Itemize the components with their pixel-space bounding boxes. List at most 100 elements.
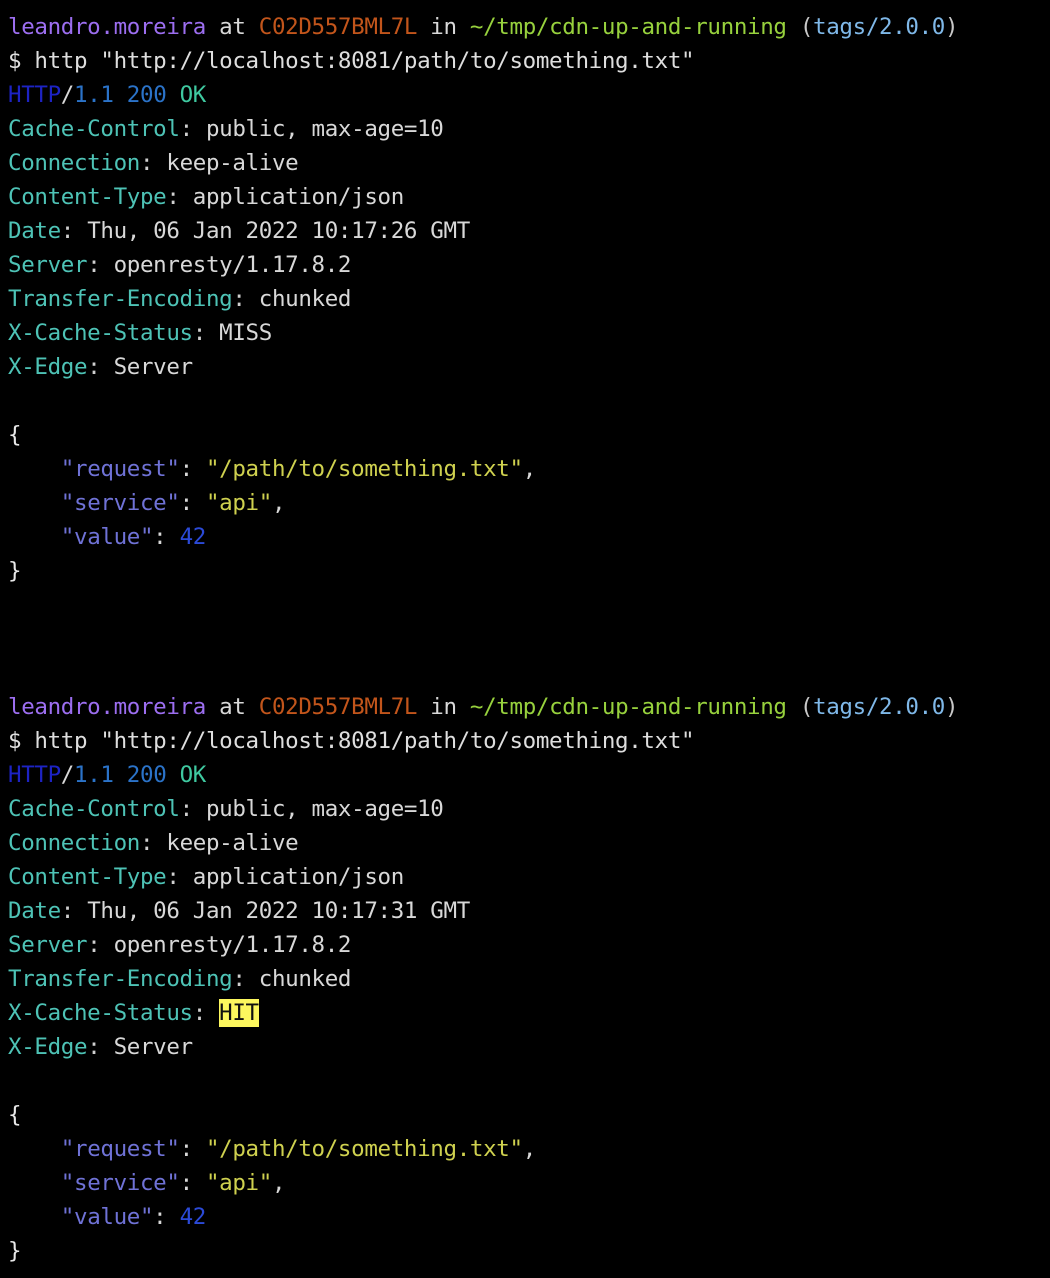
http-header-line: X-Cache-Status: HIT [8, 996, 1050, 1030]
http-header-value: keep-alive [166, 150, 299, 176]
json-number-value: 42 [179, 524, 207, 550]
http-protocol: HTTP [8, 82, 61, 108]
http-header-value: chunked [258, 966, 352, 992]
json-key: "service" [60, 490, 180, 516]
json-colon: : [179, 1136, 206, 1162]
http-header-name: X-Cache-Status [8, 1000, 193, 1026]
http-header-name: Transfer-Encoding [8, 286, 233, 312]
http-header-line: Cache-Control: public, max-age=10 [8, 792, 1050, 826]
json-key: "value" [60, 1204, 154, 1230]
json-string-value: "/path/to/something.txt" [205, 456, 523, 482]
json-comma: , [271, 1170, 286, 1196]
command-text: http "http://localhost:8081/path/to/some… [34, 48, 695, 74]
http-header-separator: : [166, 864, 193, 890]
json-key: "request" [60, 456, 180, 482]
http-header-line: X-Cache-Status: MISS [8, 316, 1050, 350]
http-header-line: Server: openresty/1.17.8.2 [8, 928, 1050, 962]
prompt-in-label: in [417, 14, 470, 40]
http-header-name: Connection [8, 150, 140, 176]
prompt-line: leandro.moreira at C02D557BML7L in ~/tmp… [8, 690, 1050, 724]
prompt-paren-open: ( [799, 14, 814, 40]
http-header-name: Server [8, 932, 88, 958]
http-header-line: Transfer-Encoding: chunked [8, 962, 1050, 996]
http-header-value: Thu, 06 Jan 2022 10:17:26 GMT [87, 218, 470, 244]
http-header-line: Date: Thu, 06 Jan 2022 10:17:31 GMT [8, 894, 1050, 928]
json-close-brace-line: } [8, 1234, 1050, 1268]
http-header-name: Date [8, 218, 61, 244]
http-status-reason: OK [166, 762, 207, 788]
http-header-name: X-Edge [8, 354, 88, 380]
http-header-separator: : [166, 184, 193, 210]
json-open-brace-line: { [8, 418, 1050, 452]
http-header-separator: : [232, 966, 259, 992]
http-header-value: application/json [192, 864, 404, 890]
http-status-line: HTTP/1.1 200 OK [8, 78, 1050, 112]
command-line[interactable]: $ http "http://localhost:8081/path/to/so… [8, 724, 1050, 758]
terminal-window[interactable]: leandro.moreira at C02D557BML7L in ~/tmp… [0, 0, 1050, 1278]
http-status-code: 200 [126, 762, 167, 788]
prompt-paren-close: ) [945, 14, 959, 40]
http-status-spacer [114, 82, 127, 108]
http-header-name: Cache-Control [8, 116, 180, 142]
http-header-name: Server [8, 252, 88, 278]
http-header-value: public, max-age=10 [205, 796, 444, 822]
json-key: "value" [60, 524, 154, 550]
http-header-name: Date [8, 898, 61, 924]
json-key: "request" [60, 1136, 180, 1162]
http-header-line: X-Edge: Server [8, 350, 1050, 384]
http-status-line: HTTP/1.1 200 OK [8, 758, 1050, 792]
json-close-brace-line: } [8, 554, 1050, 588]
http-header-value-highlighted: HIT [219, 999, 259, 1027]
json-open-brace: { [8, 422, 22, 448]
json-entry-line: "value": 42 [8, 1200, 1050, 1234]
prompt-username: leandro.moreira [8, 14, 206, 40]
prompt-hostname: C02D557BML7L [258, 694, 418, 720]
http-header-value: MISS [219, 320, 272, 346]
http-header-line: Connection: keep-alive [8, 146, 1050, 180]
json-string-value: "/path/to/something.txt" [205, 1136, 523, 1162]
prompt-git-ref: tags/2.0.0 [813, 694, 945, 720]
prompt-username: leandro.moreira [8, 694, 206, 720]
prompt-working-directory: ~/tmp/cdn-up-and-running [469, 694, 787, 720]
http-header-name: X-Edge [8, 1034, 88, 1060]
json-entry-line: "value": 42 [8, 520, 1050, 554]
http-status-spacer [114, 762, 127, 788]
http-protocol-slash: / [60, 82, 75, 108]
prompt-sigil: $ [8, 48, 35, 74]
http-protocol: HTTP [8, 762, 61, 788]
http-protocol-slash: / [60, 762, 75, 788]
http-status-reason: OK [166, 82, 207, 108]
http-header-name: Cache-Control [8, 796, 180, 822]
json-string-value: "api" [205, 490, 272, 516]
json-comma: , [522, 1136, 537, 1162]
json-colon: : [179, 1170, 206, 1196]
http-header-separator: : [139, 830, 167, 856]
http-header-value: application/json [192, 184, 404, 210]
prompt-in-label: in [417, 694, 470, 720]
json-entry-line: "request": "/path/to/something.txt", [8, 1132, 1050, 1166]
http-status-code: 200 [126, 82, 167, 108]
http-header-separator: : [87, 932, 114, 958]
json-close-brace: } [8, 1238, 22, 1264]
prompt-paren-open: ( [799, 694, 814, 720]
http-header-name: Content-Type [8, 184, 167, 210]
http-header-value: Server [113, 354, 194, 380]
json-number-value: 42 [179, 1204, 207, 1230]
http-header-value: chunked [258, 286, 352, 312]
prompt-spacer [787, 14, 800, 40]
http-header-separator: : [60, 218, 88, 244]
http-header-value: keep-alive [166, 830, 299, 856]
http-header-name: Connection [8, 830, 140, 856]
prompt-sigil: $ [8, 728, 35, 754]
command-line[interactable]: $ http "http://localhost:8081/path/to/so… [8, 44, 1050, 78]
http-version: 1.1 [74, 82, 114, 108]
command-text: http "http://localhost:8081/path/to/some… [34, 728, 695, 754]
prompt-git-ref: tags/2.0.0 [813, 14, 945, 40]
